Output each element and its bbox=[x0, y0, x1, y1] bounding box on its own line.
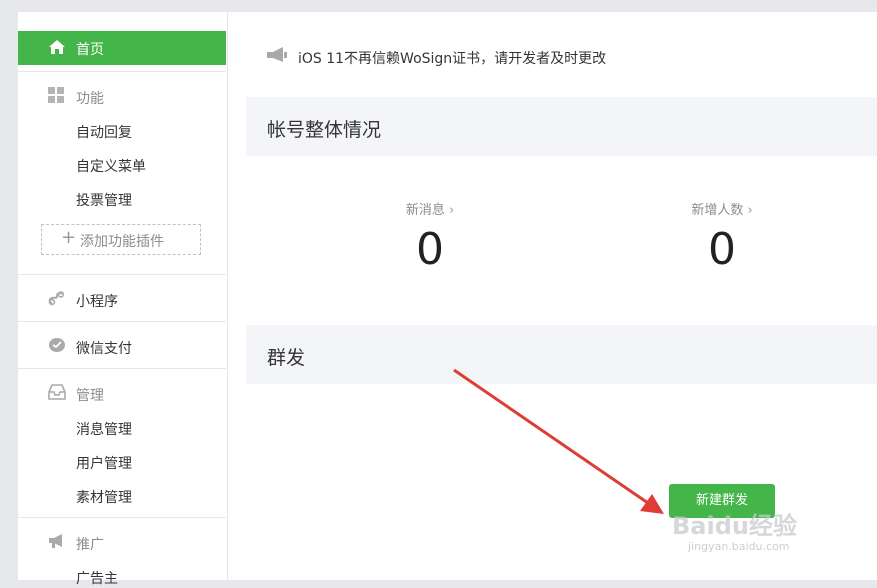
add-plugin-button[interactable]: + 添加功能插件 bbox=[41, 224, 201, 255]
new-messages-stat[interactable]: 新消息 › 0 bbox=[360, 199, 500, 275]
account-overview-header: 帐号整体情况 bbox=[246, 97, 877, 156]
new-followers-stat[interactable]: 新增人数 › 0 bbox=[652, 199, 792, 275]
sidebar-item-mini-program[interactable]: 小程序 bbox=[76, 291, 118, 311]
sidebar-item-home[interactable]: 首页 bbox=[18, 31, 226, 65]
wechat-pay-icon bbox=[48, 337, 66, 358]
plus-icon: + bbox=[61, 227, 77, 248]
sidebar-item-custom-menu[interactable]: 自定义菜单 bbox=[76, 156, 146, 176]
divider bbox=[18, 517, 226, 518]
broadcast-title: 群发 bbox=[267, 347, 306, 369]
account-overview-title: 帐号整体情况 bbox=[267, 119, 382, 141]
chevron-right-icon: › bbox=[448, 203, 455, 218]
chevron-right-icon: › bbox=[747, 203, 753, 218]
section-title-features: 功能 bbox=[76, 91, 104, 107]
section-title-manage: 管理 bbox=[76, 388, 104, 404]
sidebar-item-user-manage[interactable]: 用户管理 bbox=[76, 453, 132, 473]
divider bbox=[18, 368, 226, 369]
sidebar-item-wechat-pay[interactable]: 微信支付 bbox=[76, 338, 132, 358]
new-messages-value: 0 bbox=[416, 224, 444, 275]
new-followers-label: 新增人数 › bbox=[691, 203, 753, 218]
divider bbox=[18, 71, 226, 72]
main-content: iOS 11不再信赖WoSign证书，请开发者及时更改 帐号整体情况 新消息 ›… bbox=[228, 12, 877, 580]
baidu-watermark-logo: Baidu经验 bbox=[672, 512, 797, 540]
sidebar-item-auto-reply[interactable]: 自动回复 bbox=[76, 122, 132, 142]
sidebar-item-vote-manage[interactable]: 投票管理 bbox=[76, 190, 132, 210]
divider bbox=[18, 274, 226, 275]
add-plugin-label: 添加功能插件 bbox=[80, 234, 164, 250]
new-followers-value: 0 bbox=[708, 224, 736, 275]
new-messages-label: 新消息 › bbox=[405, 203, 455, 218]
inbox-icon bbox=[48, 384, 66, 404]
divider bbox=[18, 321, 226, 322]
grid-icon bbox=[48, 87, 65, 108]
broadcast-header: 群发 bbox=[246, 325, 877, 384]
mini-program-icon bbox=[48, 290, 65, 311]
sidebar-item-advertiser[interactable]: 广告主 bbox=[76, 568, 118, 588]
notice-text: iOS 11不再信赖WoSign证书，请开发者及时更改 bbox=[298, 51, 607, 67]
sidebar-item-label: 首页 bbox=[76, 42, 104, 58]
megaphone-icon bbox=[48, 533, 66, 553]
home-icon bbox=[48, 39, 66, 59]
sidebar-item-material-manage[interactable]: 素材管理 bbox=[76, 487, 132, 507]
section-title-promote: 推广 bbox=[76, 537, 104, 553]
megaphone-icon bbox=[266, 47, 288, 67]
sidebar-item-message-manage[interactable]: 消息管理 bbox=[76, 419, 132, 439]
sidebar: 首页 功能 自动回复 自定义菜单 投票管理 + 添加功能插件 小程序 微信支付 … bbox=[18, 12, 228, 587]
baidu-watermark-url: jingyan.baidu.com bbox=[688, 540, 790, 553]
